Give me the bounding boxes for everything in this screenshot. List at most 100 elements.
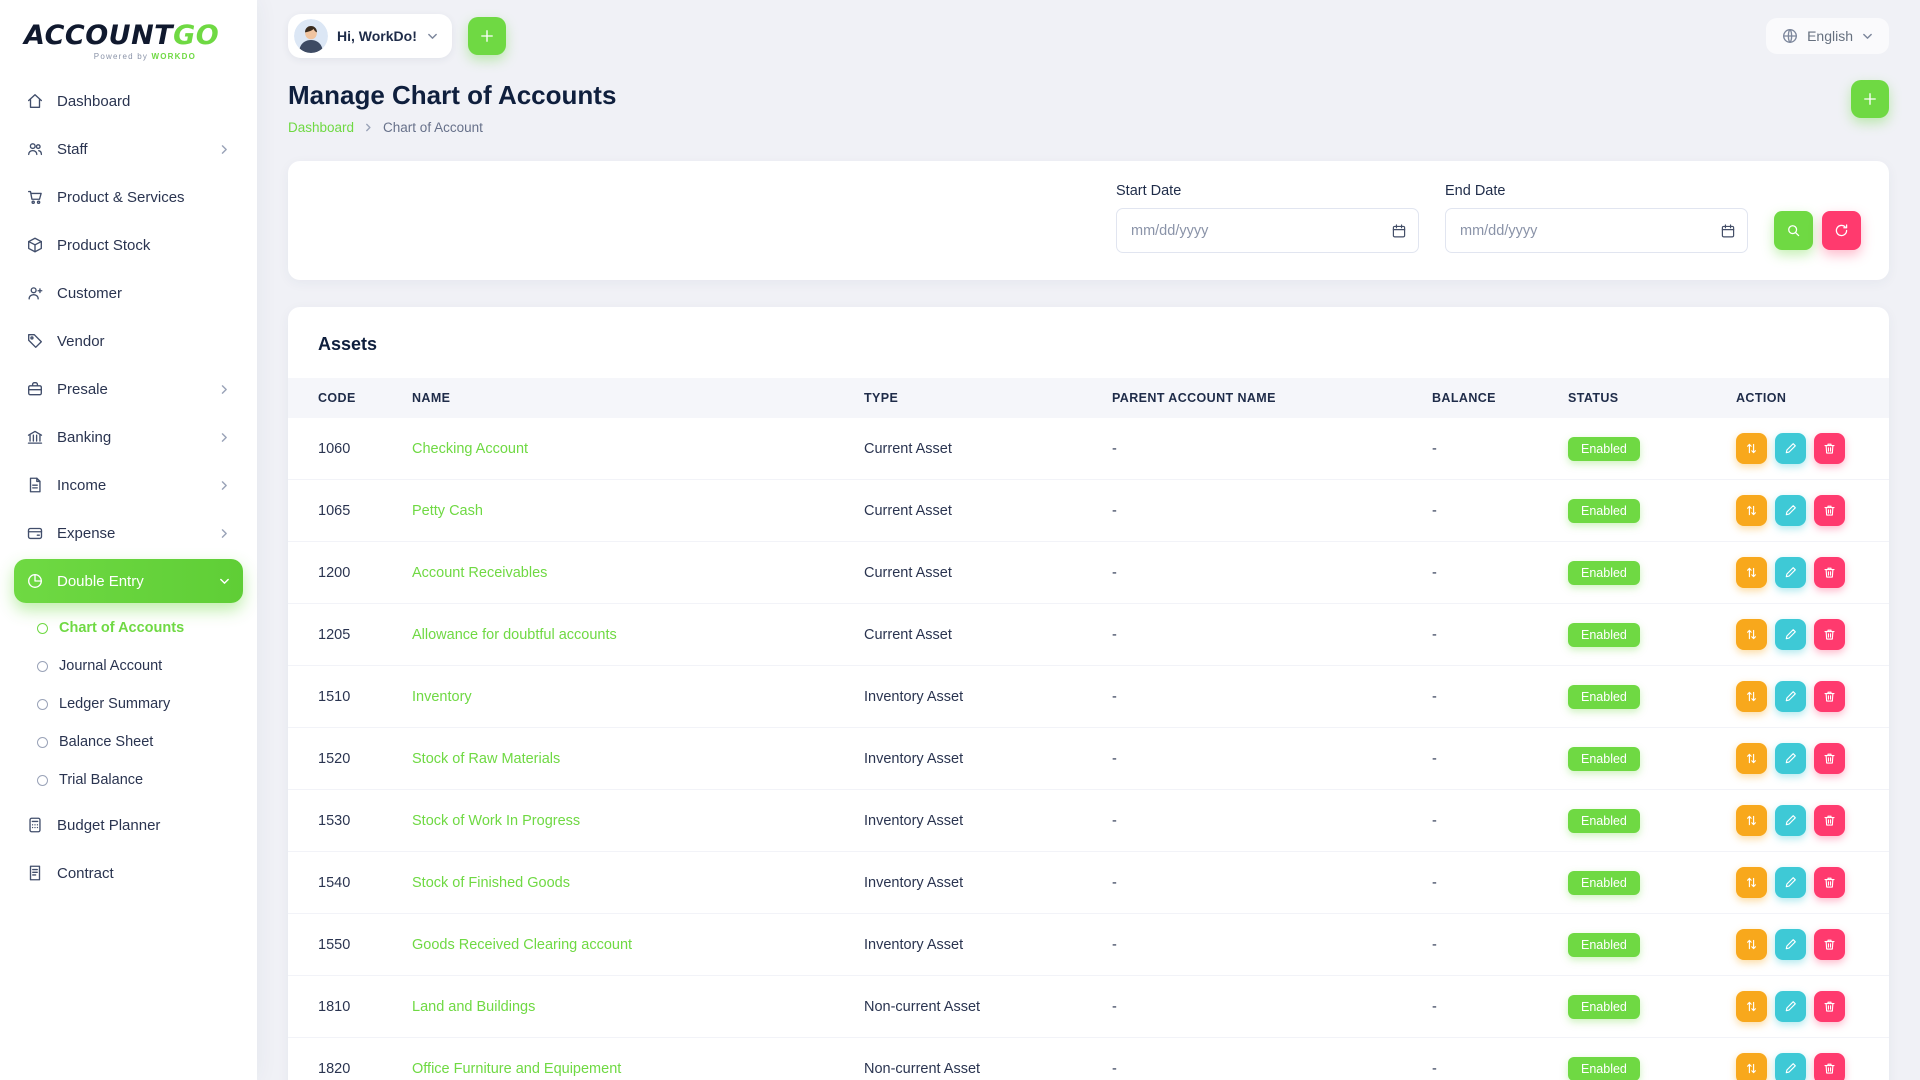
edit-button[interactable] — [1775, 495, 1806, 526]
column-header-balance: BALANCE — [1420, 378, 1556, 418]
delete-button[interactable] — [1814, 743, 1845, 774]
cell-actions — [1724, 480, 1889, 542]
filter-reset-button[interactable] — [1822, 211, 1861, 250]
app-logo[interactable]: ACCOUNTGO Powered by WORKDO — [0, 0, 257, 69]
status-badge: Enabled — [1568, 437, 1640, 461]
transactions-button[interactable] — [1736, 991, 1767, 1022]
trash-icon — [1822, 689, 1837, 704]
delete-button[interactable] — [1814, 929, 1845, 960]
sidebar-item-budget-planner[interactable]: Budget Planner — [14, 803, 243, 847]
page-title: Manage Chart of Accounts — [288, 80, 616, 111]
transactions-button[interactable] — [1736, 495, 1767, 526]
account-name-link[interactable]: Inventory — [412, 689, 472, 705]
cell-balance: - — [1420, 604, 1556, 666]
header-add-button[interactable] — [468, 17, 506, 55]
cell-code: 1060 — [288, 418, 400, 480]
transactions-button[interactable] — [1736, 805, 1767, 836]
sidebar-subitem-label: Ledger Summary — [59, 696, 170, 712]
edit-button[interactable] — [1775, 743, 1806, 774]
swap-icon — [1744, 627, 1759, 642]
cell-actions — [1724, 790, 1889, 852]
transactions-button[interactable] — [1736, 867, 1767, 898]
cell-parent-account: - — [1100, 728, 1420, 790]
edit-button[interactable] — [1775, 433, 1806, 464]
breadcrumb-dashboard-link[interactable]: Dashboard — [288, 120, 354, 135]
transactions-button[interactable] — [1736, 929, 1767, 960]
calendar-icon[interactable] — [1391, 223, 1407, 239]
cell-code: 1810 — [288, 976, 400, 1038]
delete-button[interactable] — [1814, 991, 1845, 1022]
user-menu[interactable]: Hi, WorkDo! — [288, 14, 452, 58]
sidebar-item-product-services[interactable]: Product & Services — [14, 175, 243, 219]
transactions-button[interactable] — [1736, 433, 1767, 464]
sidebar-item-label: Product Stock — [57, 237, 150, 254]
edit-button[interactable] — [1775, 1053, 1806, 1080]
end-date-input[interactable] — [1445, 208, 1748, 253]
sidebar-subitem-ledger-summary[interactable]: Ledger Summary — [14, 685, 243, 723]
account-name-link[interactable]: Land and Buildings — [412, 999, 535, 1015]
table-row: 1205Allowance for doubtful accountsCurre… — [288, 604, 1889, 666]
account-name-link[interactable]: Office Furniture and Equipement — [412, 1061, 621, 1077]
delete-button[interactable] — [1814, 433, 1845, 464]
sidebar-item-expense[interactable]: Expense — [14, 511, 243, 555]
cell-type: Inventory Asset — [852, 666, 1100, 728]
status-badge: Enabled — [1568, 1057, 1640, 1080]
edit-button[interactable] — [1775, 929, 1806, 960]
transactions-button[interactable] — [1736, 1053, 1767, 1080]
transactions-button[interactable] — [1736, 743, 1767, 774]
account-name-link[interactable]: Allowance for doubtful accounts — [412, 627, 617, 643]
account-name-link[interactable]: Checking Account — [412, 441, 528, 457]
account-name-link[interactable]: Stock of Work In Progress — [412, 813, 580, 829]
sidebar-subitem-trial-balance[interactable]: Trial Balance — [14, 761, 243, 799]
edit-button[interactable] — [1775, 867, 1806, 898]
edit-button[interactable] — [1775, 805, 1806, 836]
account-name-link[interactable]: Goods Received Clearing account — [412, 937, 632, 953]
sidebar-item-presale[interactable]: Presale — [14, 367, 243, 411]
double-entry-icon — [26, 572, 44, 590]
transactions-button[interactable] — [1736, 681, 1767, 712]
delete-button[interactable] — [1814, 1053, 1845, 1080]
edit-button[interactable] — [1775, 619, 1806, 650]
sidebar-subitem-journal-account[interactable]: Journal Account — [14, 647, 243, 685]
edit-button[interactable] — [1775, 557, 1806, 588]
edit-button[interactable] — [1775, 681, 1806, 712]
account-name-link[interactable]: Account Receivables — [412, 565, 547, 581]
account-name-link[interactable]: Stock of Finished Goods — [412, 875, 570, 891]
delete-button[interactable] — [1814, 495, 1845, 526]
edit-icon — [1783, 627, 1798, 642]
delete-button[interactable] — [1814, 805, 1845, 836]
sidebar-item-staff[interactable]: Staff — [14, 127, 243, 171]
calendar-icon[interactable] — [1720, 223, 1736, 239]
transactions-button[interactable] — [1736, 619, 1767, 650]
delete-button[interactable] — [1814, 681, 1845, 712]
filter-search-button[interactable] — [1774, 211, 1813, 250]
transactions-button[interactable] — [1736, 557, 1767, 588]
sidebar-item-double-entry[interactable]: Double Entry — [14, 559, 243, 603]
table-row: 1820Office Furniture and EquipementNon-c… — [288, 1038, 1889, 1080]
sidebar-item-banking[interactable]: Banking — [14, 415, 243, 459]
sidebar-subitem-balance-sheet[interactable]: Balance Sheet — [14, 723, 243, 761]
sidebar-item-contract[interactable]: Contract — [14, 851, 243, 895]
delete-button[interactable] — [1814, 557, 1845, 588]
delete-button[interactable] — [1814, 867, 1845, 898]
delete-button[interactable] — [1814, 619, 1845, 650]
add-chart-account-button[interactable] — [1851, 80, 1889, 118]
circle-icon — [37, 775, 48, 786]
edit-button[interactable] — [1775, 991, 1806, 1022]
logo-secondary: GO — [173, 20, 219, 51]
start-date-input[interactable] — [1116, 208, 1419, 253]
sidebar-item-income[interactable]: Income — [14, 463, 243, 507]
account-name-link[interactable]: Stock of Raw Materials — [412, 751, 560, 767]
cell-type: Current Asset — [852, 604, 1100, 666]
account-name-link[interactable]: Petty Cash — [412, 503, 483, 519]
product-services-icon — [26, 188, 44, 206]
sidebar-item-customer[interactable]: Customer — [14, 271, 243, 315]
language-selector[interactable]: English — [1766, 18, 1889, 54]
sidebar-item-product-stock[interactable]: Product Stock — [14, 223, 243, 267]
sidebar-item-vendor[interactable]: Vendor — [14, 319, 243, 363]
sidebar-item-dashboard[interactable]: Dashboard — [14, 79, 243, 123]
cell-actions — [1724, 1038, 1889, 1080]
avatar — [294, 19, 328, 53]
sidebar-subitem-chart-of-accounts[interactable]: Chart of Accounts — [14, 609, 243, 647]
swap-icon — [1744, 1061, 1759, 1076]
